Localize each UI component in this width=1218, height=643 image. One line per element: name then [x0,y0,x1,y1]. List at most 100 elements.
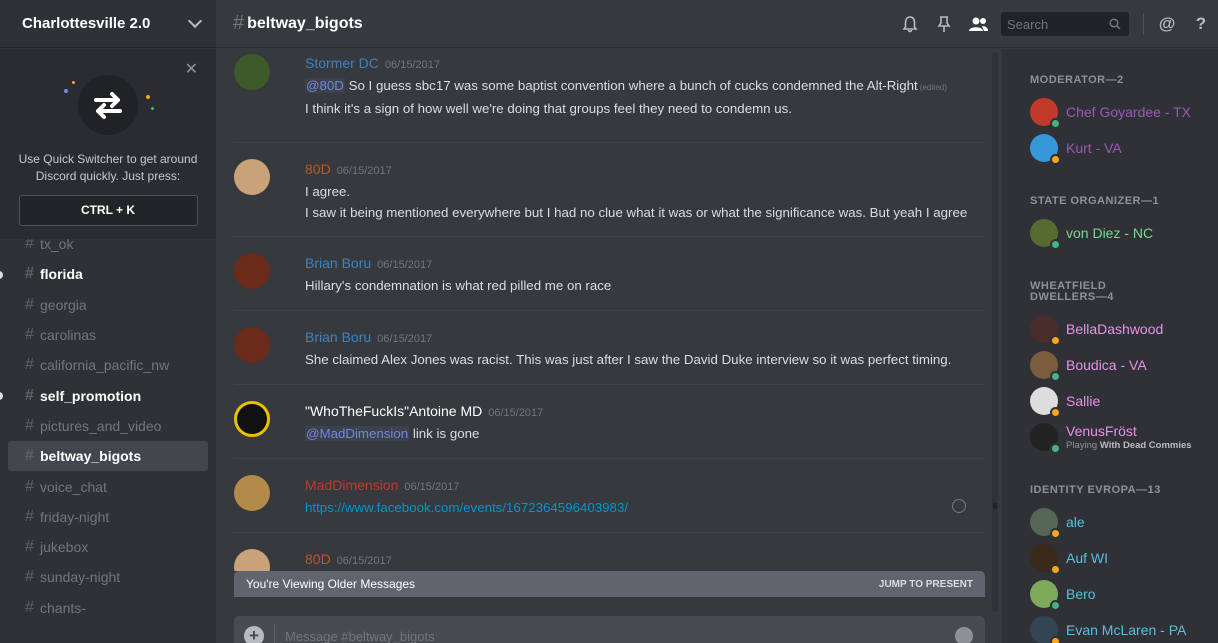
member-item[interactable]: VenusFröst Playing With Dead Commies [1030,419,1218,455]
close-icon[interactable]: ✕ [185,59,198,79]
emoji-picker-icon[interactable] [955,627,973,643]
author-name[interactable]: 80D [305,161,331,177]
timestamp: 06/15/2017 [404,481,460,493]
member-name: ale [1066,514,1085,530]
timestamp: 06/15/2017 [384,59,440,71]
message-text: I think it's a sign of how well we're do… [305,98,984,119]
activity-prefix: Playing [1066,440,1100,451]
member-info: ale [1066,514,1085,530]
member-item[interactable]: Sallie [1030,383,1218,419]
member-item[interactable]: Chef Goyardee - TX [1030,94,1218,130]
member-item[interactable]: Evan McLaren - PA [1030,612,1218,643]
search-input[interactable] [1007,16,1099,32]
member-item[interactable]: Kurt - VA [1030,130,1218,166]
author-name[interactable]: "WhoTheFuckIs"Antoine MD [305,403,482,419]
channel-item-florida[interactable]: # florida [0,259,208,289]
author-name[interactable]: MadDimension [305,477,398,493]
pin-icon[interactable] [927,12,961,36]
hash-icon: # [25,568,34,586]
server-header[interactable]: Charlottesville 2.0 [0,0,216,48]
message-group: 80D06/15/2017Gotta get that spartan fag … [234,533,984,571]
status-indicator [1050,443,1061,454]
member-avatar [1030,98,1061,129]
channel-item-california-pacific-nw[interactable]: # california_pacific_nw [8,350,208,380]
bell-icon[interactable] [893,12,927,36]
author-name[interactable]: 80D [305,551,331,567]
hash-icon: # [25,477,34,495]
message-input[interactable] [285,628,955,643]
member-item[interactable]: Bero [1030,576,1218,612]
member-name: Chef Goyardee - TX [1066,104,1192,120]
mentions-icon[interactable]: @ [1150,12,1184,36]
channel-item-sunday-night[interactable]: # sunday-night [8,562,208,592]
member-name: Boudica - VA [1066,357,1147,373]
message-list: Stormer DC 06/15/2017 @80D So I guess sbc1… [216,49,1002,571]
channel-item-georgia[interactable]: # georgia [8,290,208,320]
activity-game: With Dead Commies [1099,440,1192,451]
member-item[interactable]: BellaDashwood [1030,311,1218,347]
message-header: 80D 06/15/2017 [305,551,984,571]
scrollbar-track[interactable] [992,52,998,612]
unread-indicator [0,392,3,401]
member-item[interactable]: von Diez - NC [1030,215,1218,251]
hash-icon: # [25,598,34,616]
hash-icon: # [25,326,34,344]
avatar[interactable] [234,475,270,511]
channel-name: beltway_bigots [40,448,142,465]
member-avatar [1030,134,1061,165]
channel-item-chants-[interactable]: # chants- [8,593,208,623]
member-item[interactable]: Auf WI [1030,540,1218,576]
chevron-down-icon[interactable] [187,13,203,29]
channel-list: # tx_ok # florida # georgia # carolinas # califor… [0,229,216,623]
member-name: Sallie [1066,393,1101,409]
add-reaction-icon[interactable] [952,499,966,513]
channel-item-beltway-bigots[interactable]: # beltway_bigots [8,441,208,472]
status-indicator [1050,528,1061,539]
author-name[interactable]: Stormer DC [305,55,379,71]
timestamp: 06/15/2017 [336,165,392,177]
channel-title: beltway_bigots [247,14,363,32]
hash-icon: # [25,416,34,434]
message-text: @MadDimension link is gone [305,423,984,444]
avatar[interactable] [234,401,270,437]
channel-item-pictures-and-video[interactable]: # pictures_and_video [8,411,208,441]
author-name[interactable]: Brian Boru [305,255,371,271]
channel-name: friday-night [40,508,110,525]
channel-item-jukebox[interactable]: # jukebox [8,532,208,562]
channel-name: voice_chat [40,478,107,495]
member-name: BellaDashwood [1066,321,1164,337]
member-item[interactable]: ale [1030,504,1218,540]
avatar[interactable] [234,549,270,571]
member-info: Chef Goyardee - TX [1066,104,1191,120]
members-icon[interactable] [961,12,995,36]
message-group: 80D 06/15/2017 I agree. I saw it being ment… [234,143,984,237]
channel-item-voice-chat[interactable]: # voice_chat [8,471,208,501]
author-name[interactable]: Brian Boru [305,329,371,345]
avatar[interactable] [234,54,270,90]
upload-plus-icon[interactable]: + [244,626,264,643]
scrollbar-thumb[interactable] [993,503,997,509]
shortcut-key: CTRL + K [18,195,198,226]
status-indicator [1050,371,1061,382]
help-icon[interactable]: ? [1184,12,1218,36]
channel-item-carolinas[interactable]: # carolinas [8,320,208,350]
member-avatar [1030,423,1061,454]
role-header: WHEATFIELD DWELLERS—4 [1030,280,1114,303]
jump-to-present-button[interactable]: JUMP TO PRESENT [879,579,973,590]
status-indicator [1050,118,1061,129]
member-item[interactable]: Boudica - VA [1030,347,1218,383]
hash-icon: # [25,386,34,404]
message-link[interactable]: https://www.facebook.com/events/16723645… [305,500,628,515]
user-mention[interactable]: @80D [305,78,345,93]
search-box[interactable] [1001,12,1129,36]
role-header: MODERATOR—2 [1030,74,1124,86]
avatar[interactable] [234,253,270,289]
member-info: BellaDashwood [1066,321,1163,337]
message-composer: + [234,616,985,643]
avatar[interactable] [234,159,270,195]
user-mention[interactable]: @MadDimension [305,426,410,441]
channel-item-self-promotion[interactable]: # self_promotion [0,380,208,410]
channel-item-friday-night[interactable]: # friday-night [8,502,208,532]
role-header: STATE ORGANIZER—1 [1030,195,1160,207]
avatar[interactable] [234,327,270,363]
